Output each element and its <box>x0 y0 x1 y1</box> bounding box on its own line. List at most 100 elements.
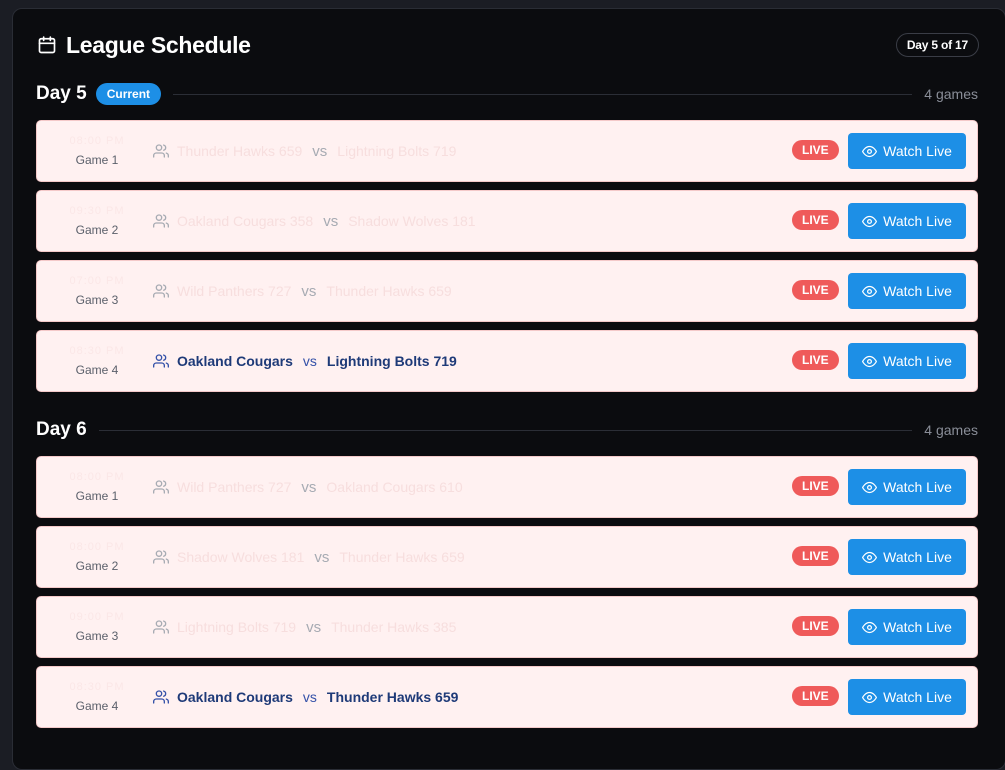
eye-icon <box>862 354 878 369</box>
watch-live-label: Watch Live <box>883 549 952 565</box>
day-label: Day 5 <box>36 83 87 104</box>
home-team: Wild Panthers 727 <box>177 283 292 299</box>
away-team: Oakland Cougars 610 <box>326 479 463 495</box>
game-row[interactable]: 09:30 PM Game 2 Oakland Cougars 358 vs S… <box>36 190 978 252</box>
watch-live-button[interactable]: Watch Live <box>848 343 966 379</box>
vs-label: vs <box>314 548 330 566</box>
game-number: Game 4 <box>75 699 119 713</box>
vs-label: vs <box>302 353 317 369</box>
users-icon <box>153 479 169 495</box>
matchup: Wild Panthers 727 vs Oakland Cougars 610 <box>153 457 463 517</box>
eye-icon <box>862 480 878 495</box>
game-number: Game 1 <box>75 153 119 167</box>
away-team: Thunder Hawks 659 <box>326 283 452 299</box>
vs-label: vs <box>306 618 322 636</box>
away-team: Shadow Wolves 181 <box>348 213 476 229</box>
matchup: Thunder Hawks 659 vs Lightning Bolts 719 <box>153 121 456 181</box>
home-team: Oakland Cougars <box>177 353 293 369</box>
day-header: Day 5 Current 4 games <box>36 80 978 108</box>
home-team: Oakland Cougars <box>177 689 293 705</box>
watch-live-button[interactable]: Watch Live <box>848 609 966 645</box>
game-time: 09:00 PM <box>69 611 125 623</box>
game-row[interactable]: 08:00 PM Game 2 Shadow Wolves 181 vs Thu… <box>36 526 978 588</box>
day-progress-chip: Day 5 of 17 <box>895 33 979 57</box>
eye-icon <box>862 550 878 565</box>
game-row[interactable]: 09:00 PM Game 3 Lightning Bolts 719 vs T… <box>36 596 978 658</box>
watch-live-label: Watch Live <box>883 283 952 299</box>
game-number: Game 3 <box>75 629 119 643</box>
eye-icon <box>862 620 878 635</box>
matchup: Oakland Cougars 358 vs Shadow Wolves 181 <box>153 191 476 251</box>
page-title: League Schedule <box>66 31 251 58</box>
watch-live-label: Watch Live <box>883 479 952 495</box>
watch-live-button[interactable]: Watch Live <box>848 539 966 575</box>
users-icon <box>153 283 169 299</box>
live-badge: LIVE <box>792 140 839 160</box>
live-badge: LIVE <box>792 546 839 566</box>
game-row[interactable]: 08:00 PM Game 1 Wild Panthers 727 vs Oak… <box>36 456 978 518</box>
schedule-header: League Schedule Day 5 of 17 <box>37 31 979 59</box>
watch-live-button[interactable]: Watch Live <box>848 469 966 505</box>
game-row[interactable]: 07:00 PM Game 3 Wild Panthers 727 vs Thu… <box>36 260 978 322</box>
users-icon <box>153 619 169 635</box>
game-row[interactable]: 08:30 PM Game 4 Oakland Cougars vs Light… <box>36 330 978 392</box>
game-meta: 09:30 PM Game 2 <box>47 199 147 243</box>
current-badge: Current <box>95 83 162 105</box>
day-label: Day 6 <box>36 419 87 440</box>
watch-live-label: Watch Live <box>883 213 952 229</box>
game-number: Game 2 <box>75 559 119 573</box>
divider <box>173 93 913 95</box>
games-count: 4 games <box>924 422 978 438</box>
watch-live-label: Watch Live <box>883 689 952 705</box>
watch-live-label: Watch Live <box>883 619 952 635</box>
users-icon <box>153 213 169 229</box>
users-icon <box>153 143 169 159</box>
eye-icon <box>862 690 878 705</box>
game-number: Game 4 <box>75 363 119 377</box>
vs-label: vs <box>301 478 317 496</box>
watch-live-button[interactable]: Watch Live <box>848 679 966 715</box>
watch-live-button[interactable]: Watch Live <box>848 203 966 239</box>
game-meta: 08:30 PM Game 4 <box>47 339 147 383</box>
away-team: Thunder Hawks 659 <box>339 549 465 565</box>
users-icon <box>153 689 169 705</box>
vs-label: vs <box>323 212 339 230</box>
game-number: Game 3 <box>75 293 119 307</box>
vs-label: vs <box>302 689 317 705</box>
game-time: 08:30 PM <box>69 345 125 357</box>
home-team: Oakland Cougars 358 <box>177 213 314 229</box>
day-header: Day 6 4 games <box>36 416 978 444</box>
matchup: Shadow Wolves 181 vs Thunder Hawks 659 <box>153 527 465 587</box>
game-row[interactable]: 08:00 PM Game 1 Thunder Hawks 659 vs Lig… <box>36 120 978 182</box>
live-badge: LIVE <box>792 210 839 230</box>
away-team: Lightning Bolts 719 <box>326 353 457 369</box>
eye-icon <box>862 144 878 159</box>
divider <box>98 429 913 431</box>
game-time: 07:00 PM <box>69 275 125 287</box>
watch-live-button[interactable]: Watch Live <box>848 273 966 309</box>
watch-live-label: Watch Live <box>883 143 952 159</box>
home-team: Thunder Hawks 659 <box>177 143 303 159</box>
eye-icon <box>862 214 878 229</box>
watch-live-button[interactable]: Watch Live <box>848 133 966 169</box>
games-count: 4 games <box>924 86 978 102</box>
game-meta: 08:00 PM Game 2 <box>47 535 147 579</box>
day-section: Day 6 4 games 08:00 PM Game 1 Wild Panthe… <box>36 416 978 728</box>
live-badge: LIVE <box>792 616 839 636</box>
game-meta: 08:00 PM Game 1 <box>47 465 147 509</box>
matchup: Wild Panthers 727 vs Thunder Hawks 659 <box>153 261 452 321</box>
day-section: Day 5 Current 4 games 08:00 PM Game 1 Thun… <box>36 80 978 392</box>
live-badge: LIVE <box>792 476 839 496</box>
home-team: Lightning Bolts 719 <box>177 619 297 635</box>
game-meta: 08:00 PM Game 1 <box>47 129 147 173</box>
users-icon <box>153 353 169 369</box>
away-team: Thunder Hawks 659 <box>326 689 459 705</box>
users-icon <box>153 549 169 565</box>
home-team: Wild Panthers 727 <box>177 479 292 495</box>
game-number: Game 2 <box>75 223 119 237</box>
game-row[interactable]: 08:30 PM Game 4 Oakland Cougars vs Thund… <box>36 666 978 728</box>
game-time: 08:30 PM <box>69 681 125 693</box>
game-time: 08:00 PM <box>69 471 125 483</box>
game-meta: 07:00 PM Game 3 <box>47 269 147 313</box>
away-team: Thunder Hawks 385 <box>331 619 457 635</box>
